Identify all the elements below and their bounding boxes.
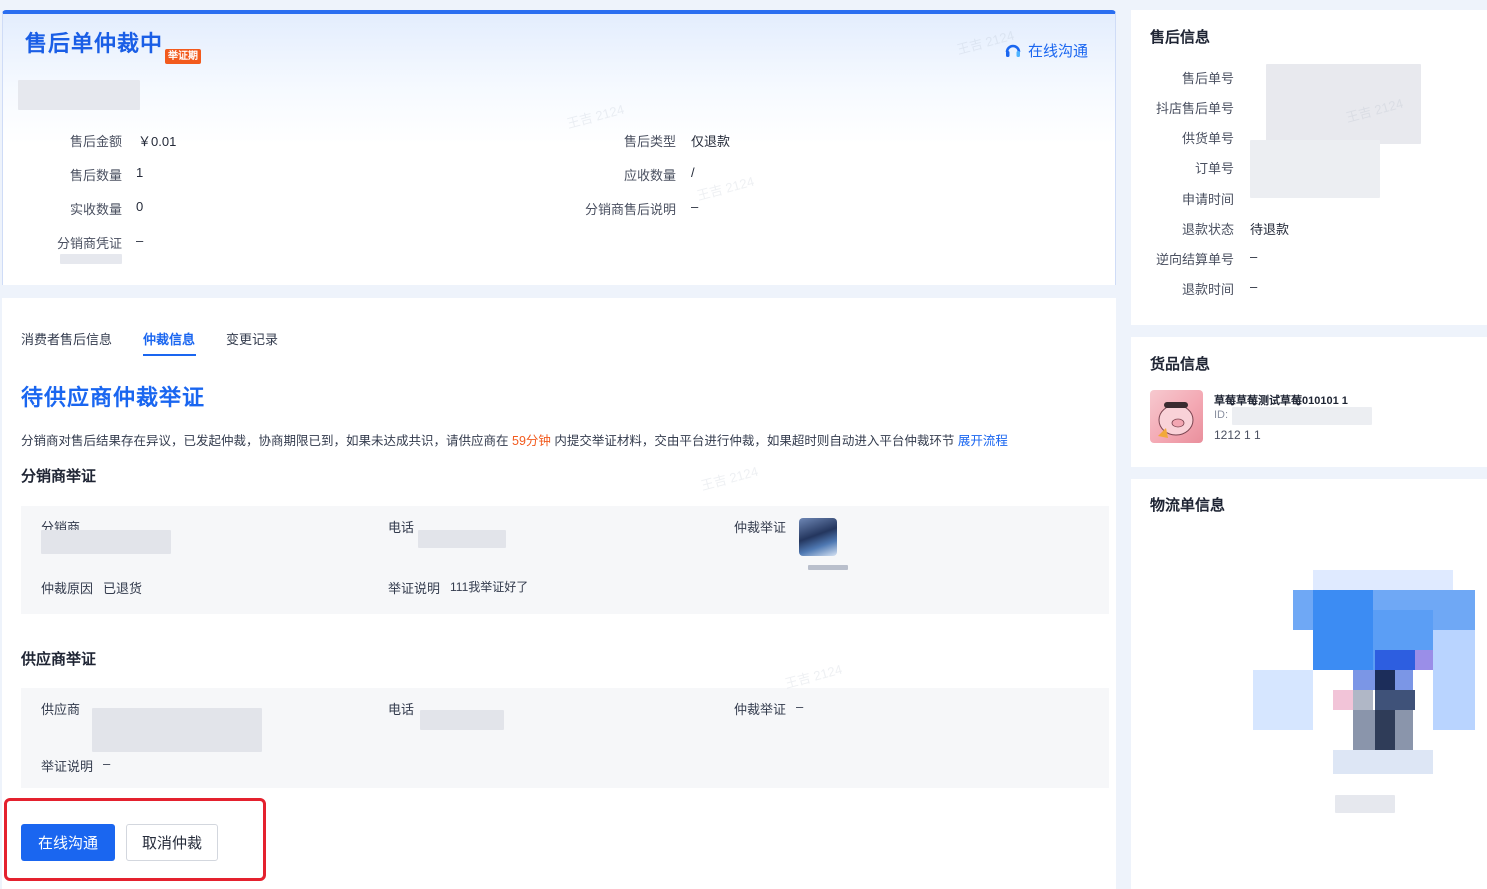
distributor-evidence-box [21, 506, 1109, 614]
blurred-voucher [60, 254, 122, 264]
blurred-order-numbers [1266, 64, 1421, 144]
summary-label-received: 实收数量 [69, 202, 122, 217]
supplier-evidence-value: – [796, 699, 804, 714]
distributor-reason-value: 已退货 [103, 581, 143, 596]
supplier-evidence-label: 仲裁举证 [734, 702, 787, 717]
status-badge: 举证期 [165, 49, 201, 64]
summary-label-expected: 应收数量 [623, 168, 676, 183]
after-sale-info-title: 售后信息 [1150, 29, 1211, 46]
status-title: 售后单仲裁中 [25, 31, 164, 56]
side-label-order-no: 订单号 [1194, 161, 1234, 176]
blurred-evidence-caption [808, 565, 848, 570]
tab-arbitration[interactable]: 仲裁信息 [143, 329, 195, 348]
side-label-after-sale-no: 售后单号 [1181, 71, 1234, 86]
arbitration-title: 待供应商仲裁举证 [21, 385, 206, 410]
summary-label-quantity: 售后数量 [69, 168, 122, 183]
side-value-refund-status: 待退款 [1250, 222, 1290, 237]
blurred-goods-id [1232, 407, 1372, 425]
distributor-desc-label: 举证说明 [388, 581, 441, 596]
side-label-refund-status: 退款状态 [1181, 222, 1234, 237]
notice-prefix: 分销商对售后结果存在异议，已发起仲裁，协商期限已到，如果未达成共识，请供应商在 [21, 434, 509, 448]
notice-countdown: 59分钟 [512, 434, 551, 448]
logistics-qr-image[interactable] [1253, 570, 1475, 774]
distributor-reason-label: 仲裁原因 [41, 581, 94, 596]
distributor-evidence-label: 仲裁举证 [734, 520, 787, 535]
side-value-refund-time: – [1250, 279, 1258, 294]
summary-value-amount: ￥0.01 [138, 134, 177, 149]
tab-active-indicator [143, 354, 196, 356]
supplier-name-label: 供应商 [41, 702, 81, 717]
logistics-info-title: 物流单信息 [1150, 497, 1226, 514]
side-label-douyin-no: 抖店售后单号 [1155, 101, 1234, 116]
summary-label-amount: 售后金额 [69, 134, 122, 149]
supplier-evidence-title: 供应商举证 [21, 651, 97, 668]
expand-flow-link[interactable]: 展开流程 [958, 434, 1008, 448]
notice-suffix: 内提交举证材料，交由平台进行仲裁，如果超时则自动进入平台仲裁环节 [554, 434, 955, 448]
goods-info-title: 货品信息 [1150, 356, 1211, 373]
tab-consumer-after-sale[interactable]: 消费者售后信息 [21, 329, 112, 348]
distributor-desc-value: 111我举证好了 [450, 580, 529, 594]
online-chat-button[interactable]: 在线沟通 [21, 824, 115, 861]
supplier-phone-label: 电话 [388, 702, 415, 717]
distributor-phone-label: 电话 [388, 520, 415, 535]
goods-id-label: ID: [1214, 409, 1229, 421]
supplier-desc-value: – [103, 756, 111, 771]
blurred-order-id [18, 80, 140, 110]
blurred-supplier-phone [420, 710, 504, 730]
summary-label-type: 售后类型 [623, 134, 676, 149]
summary-value-voucher: – [136, 233, 144, 248]
summary-value-quantity: 1 [136, 165, 144, 180]
summary-label-voucher: 分销商凭证 [56, 236, 122, 251]
supplier-desc-label: 举证说明 [41, 759, 94, 774]
headset-icon [1005, 44, 1021, 57]
side-label-refund-time: 退款时间 [1181, 282, 1234, 297]
side-value-reverse-settle-no: – [1250, 249, 1258, 264]
summary-label-note: 分销商售后说明 [584, 202, 676, 217]
side-divider-1 [1131, 325, 1487, 337]
online-chat-link[interactable]: 在线沟通 [1004, 40, 1088, 61]
summary-value-type: 仅退款 [691, 134, 731, 149]
tab-change-log[interactable]: 变更记录 [226, 329, 278, 348]
online-chat-label: 在线沟通 [1028, 43, 1089, 60]
product-image[interactable] [1150, 390, 1203, 443]
side-divider-2 [1131, 467, 1487, 479]
side-label-reverse-settle-no: 逆向结算单号 [1155, 252, 1234, 267]
goods-name: 草莓草莓测试草莓010101 1 [1214, 395, 1348, 407]
side-label-supply-no: 供货单号 [1181, 131, 1234, 146]
blurred-distributor-name [41, 530, 171, 554]
arbitration-notice: 分销商对售后结果存在异议，已发起仲裁，协商期限已到，如果未达成共识，请供应商在 … [21, 430, 1008, 449]
side-label-apply-time: 申请时间 [1181, 192, 1234, 207]
blurred-order-details [1250, 140, 1380, 198]
evidence-image-thumbnail[interactable] [799, 518, 837, 556]
cancel-arbitration-button[interactable]: 取消仲裁 [126, 824, 218, 861]
summary-value-expected: / [691, 165, 695, 180]
blurred-supplier-name [92, 708, 262, 752]
blurred-distributor-phone [418, 530, 506, 548]
blurred-logistics-caption [1335, 795, 1395, 813]
goods-spec: 1212 1 1 [1214, 428, 1261, 442]
summary-value-received: 0 [136, 199, 144, 214]
distributor-evidence-title: 分销商举证 [21, 468, 97, 485]
summary-value-note: – [691, 199, 699, 214]
pig-icon [1158, 402, 1194, 438]
